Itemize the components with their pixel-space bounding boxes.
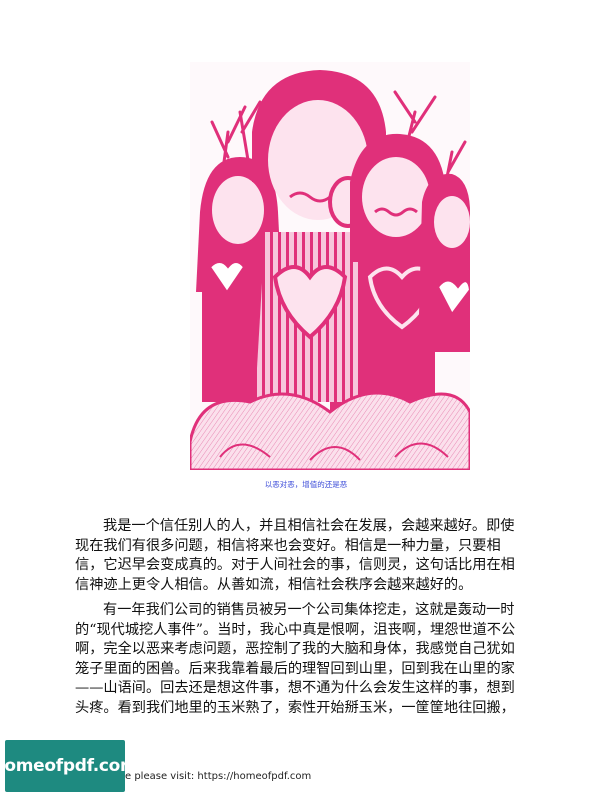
- paragraph-line: 的“现代城挖人事件”。当时，我心中真是恨啊，沮丧啊，埋怨世道不公: [75, 621, 516, 638]
- figure-caption: 以恶对恶，增值的还是恶: [264, 480, 348, 489]
- paragraph-line: ——山语间。回去还是想这件事，想不通为什么会发生这样的事，想到: [75, 680, 515, 697]
- paragraph-line: 有一年我们公司的销售员被另一个公司集体挖走，这就是轰动一时: [103, 602, 515, 618]
- paragraph-line: 啊，完全以恶来考虑问题，恶控制了我的大脑和身体，我感觉自己犹如: [75, 641, 515, 658]
- paragraph-line: 信，它迟早会变成真的。对于人间社会的事，信则灵，这句话比用在相: [75, 557, 515, 574]
- footer-note: e please visit: https://homeofpdf.com: [125, 771, 312, 782]
- paragraph-line: 信神迹上更令人相信。从善如流，相信社会秩序会越来越好的。: [75, 576, 473, 593]
- paragraph-line: 笼子里面的困兽。后来我靠着最后的理智回到山里，回到我在山里的家: [75, 660, 515, 677]
- paragraph-line: 我是一个信任别人的人，并且相信社会在发展，会越来越好。即使: [103, 518, 515, 534]
- paragraph-1: 我是一个信任别人的人，并且相信社会在发展，会越来越好。即使 现在我们有很多问题，…: [75, 517, 541, 595]
- logo-text: homeofpdf.com: [0, 756, 138, 776]
- paragraph-2: 有一年我们公司的销售员被另一个公司集体挖走，这就是轰动一时 的“现代城挖人事件”…: [75, 601, 541, 719]
- homeofpdf-logo-link[interactable]: homeofpdf.com: [0, 740, 138, 792]
- paragraph-line: 头疼。看到我们地里的玉米熟了，索性开始掰玉米，一筐筐地往回搬，: [75, 699, 515, 716]
- paragraph-line: 现在我们有很多问题，相信将来也会变好。相信是一种力量，只要相: [75, 537, 501, 554]
- illustration: [190, 62, 470, 470]
